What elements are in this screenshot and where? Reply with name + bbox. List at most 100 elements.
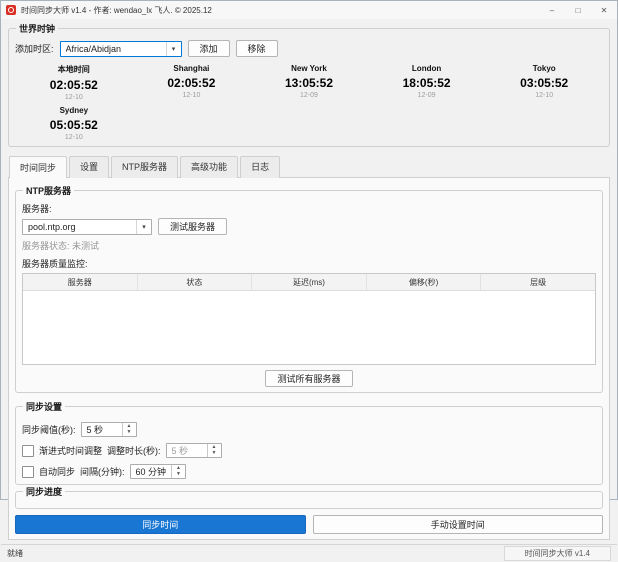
threshold-spinner-value: 5 秒 xyxy=(82,423,122,436)
clock-date-value: 12-10 xyxy=(15,134,133,141)
clock-time-value: 05:05:52 xyxy=(15,118,133,132)
server-quality-table: 服务器 状态 延迟(ms) 偏移(秒) 层级 xyxy=(22,273,596,365)
threshold-row: 同步阈值(秒): 5 秒 ▲▼ xyxy=(22,422,596,437)
ntp-server-select[interactable]: pool.ntp.org ▾ xyxy=(22,219,152,235)
server-status-text: 服务器状态: 未测试 xyxy=(22,239,596,252)
world-clock-group: 世界时钟 添加时区: Africa/Abidjan ▾ 添加 移除 本地时间 0… xyxy=(8,22,610,147)
server-select-row: pool.ntp.org ▾ 测试服务器 xyxy=(22,218,596,235)
spin-down-icon[interactable]: ▼ xyxy=(172,472,185,479)
app-window: { "window": { "title": "时间同步大师 v1.4 - 作者… xyxy=(0,0,618,500)
remove-timezone-button[interactable]: 移除 xyxy=(236,40,278,57)
clock-time-value: 02:05:52 xyxy=(15,78,133,92)
minimize-button[interactable]: – xyxy=(539,1,565,19)
server-table-header-cell[interactable]: 服务器 xyxy=(23,274,138,290)
clock-city-label: Shanghai xyxy=(133,64,251,73)
clock-city-label: London xyxy=(368,64,486,73)
sync-time-button[interactable]: 同步时间 xyxy=(15,515,306,534)
server-table-header-cell[interactable]: 偏移(秒) xyxy=(367,274,482,290)
sync-progress-group: 同步进度 xyxy=(15,485,603,509)
tab-label: 时间同步 xyxy=(20,163,56,173)
clock-city-label: New York xyxy=(250,64,368,73)
tab-label: 高级功能 xyxy=(191,162,227,172)
status-bar: 就绪 时间同步大师 v1.4 xyxy=(1,544,617,562)
clock-city-label: Sydney xyxy=(15,106,133,115)
server-table-header-row: 服务器 状态 延迟(ms) 偏移(秒) 层级 xyxy=(23,274,595,291)
gradual-adjust-label: 渐进式时间调整 xyxy=(39,444,102,457)
clock-item: Sydney 05:05:52 12-10 xyxy=(15,106,133,141)
gradual-duration-label: 调整时长(秒): xyxy=(107,444,161,457)
spinner-arrows[interactable]: ▲▼ xyxy=(207,444,221,457)
server-label: 服务器: xyxy=(22,202,596,215)
main-content: 世界时钟 添加时区: Africa/Abidjan ▾ 添加 移除 本地时间 0… xyxy=(1,19,617,540)
spin-down-icon[interactable]: ▼ xyxy=(123,430,136,437)
auto-sync-checkbox[interactable] xyxy=(22,466,34,478)
timezone-select-value: Africa/Abidjan xyxy=(66,44,166,54)
window-controls: – □ ✕ xyxy=(539,1,617,19)
server-table-header-cell[interactable]: 延迟(ms) xyxy=(252,274,367,290)
app-logo-icon xyxy=(6,5,16,15)
close-button[interactable]: ✕ xyxy=(591,1,617,19)
sync-settings-group: 同步设置 同步阈值(秒): 5 秒 ▲▼ 渐进式时间调整 调整时长(秒): 5 … xyxy=(15,400,603,485)
spin-down-icon[interactable]: ▼ xyxy=(208,451,221,458)
server-table-body[interactable] xyxy=(23,291,595,364)
auto-sync-row: 自动同步 间隔(分钟): 60 分钟 ▲▼ xyxy=(22,464,596,479)
clock-grid: 本地时间 02:05:52 12-10 Shanghai 02:05:52 12… xyxy=(15,64,603,141)
action-button-row: 同步时间 手动设置时间 xyxy=(15,515,603,534)
chevron-down-icon: ▾ xyxy=(136,220,151,234)
clock-time-value: 02:05:52 xyxy=(133,76,251,90)
maximize-button[interactable]: □ xyxy=(565,1,591,19)
add-timezone-row: 添加时区: Africa/Abidjan ▾ 添加 移除 xyxy=(15,40,603,57)
tab-label: 日志 xyxy=(251,162,269,172)
status-text: 就绪 xyxy=(7,548,23,559)
ntp-server-select-value: pool.ntp.org xyxy=(28,222,136,232)
clock-date-value: 12-10 xyxy=(133,92,251,99)
window-title: 时间同步大师 v1.4 - 作者: wendao_lx 飞人. © 2025.1… xyxy=(21,5,212,16)
spinner-arrows[interactable]: ▲▼ xyxy=(171,465,185,478)
auto-interval-label: 间隔(分钟): xyxy=(80,465,125,478)
tab-label: 设置 xyxy=(80,162,98,172)
server-table-header-cell[interactable]: 状态 xyxy=(138,274,253,290)
tab-panel-time-sync: NTP服务器 服务器: pool.ntp.org ▾ 测试服务器 服务器状态: … xyxy=(8,177,610,540)
gradual-duration-spinner[interactable]: 5 秒 ▲▼ xyxy=(166,443,222,458)
clock-item: Shanghai 02:05:52 12-10 xyxy=(133,64,251,101)
tab[interactable]: 日志 xyxy=(240,156,280,178)
clock-item: New York 13:05:52 12-09 xyxy=(250,64,368,101)
clock-city-label: Tokyo xyxy=(485,64,603,73)
add-timezone-label: 添加时区: xyxy=(15,42,54,55)
clock-date-value: 12-09 xyxy=(368,92,486,99)
auto-interval-spinner-value: 60 分钟 xyxy=(131,465,172,478)
clock-date-value: 12-09 xyxy=(250,92,368,99)
tab-bar: 时间同步 设置 NTP服务器 高级功能 日志 xyxy=(8,155,610,177)
status-version-text: 时间同步大师 v1.4 xyxy=(504,546,611,561)
server-monitor-label: 服务器质量监控: xyxy=(22,257,596,270)
ntp-server-group: NTP服务器 服务器: pool.ntp.org ▾ 测试服务器 服务器状态: … xyxy=(15,184,603,393)
clock-date-value: 12-10 xyxy=(15,94,133,101)
threshold-spinner[interactable]: 5 秒 ▲▼ xyxy=(81,422,137,437)
threshold-label: 同步阈值(秒): xyxy=(22,423,76,436)
clock-date-value: 12-10 xyxy=(485,92,603,99)
clock-item: 本地时间 02:05:52 12-10 xyxy=(15,64,133,101)
tab[interactable]: 高级功能 xyxy=(180,156,238,178)
spinner-arrows[interactable]: ▲▼ xyxy=(122,423,136,436)
clock-time-value: 03:05:52 xyxy=(485,76,603,90)
add-timezone-button[interactable]: 添加 xyxy=(188,40,230,57)
test-server-button[interactable]: 测试服务器 xyxy=(158,218,227,235)
chevron-down-icon: ▾ xyxy=(166,42,181,56)
auto-interval-spinner[interactable]: 60 分钟 ▲▼ xyxy=(130,464,187,479)
timezone-select[interactable]: Africa/Abidjan ▾ xyxy=(60,41,182,57)
clock-time-value: 18:05:52 xyxy=(368,76,486,90)
manual-set-time-button[interactable]: 手动设置时间 xyxy=(313,515,604,534)
sync-progress-group-title: 同步进度 xyxy=(23,485,65,498)
gradual-adjust-row: 渐进式时间调整 调整时长(秒): 5 秒 ▲▼ xyxy=(22,443,596,458)
tab[interactable]: 时间同步 xyxy=(9,156,67,178)
auto-sync-label: 自动同步 xyxy=(39,465,75,478)
server-table-header-cell[interactable]: 层级 xyxy=(481,274,595,290)
tab[interactable]: 设置 xyxy=(69,156,109,178)
tab-label: NTP服务器 xyxy=(122,162,167,172)
test-all-row: 测试所有服务器 xyxy=(22,370,596,387)
tab[interactable]: NTP服务器 xyxy=(111,156,178,178)
test-all-servers-button[interactable]: 测试所有服务器 xyxy=(265,370,352,387)
ntp-server-group-title: NTP服务器 xyxy=(23,184,74,197)
gradual-duration-spinner-value: 5 秒 xyxy=(167,444,207,457)
gradual-adjust-checkbox[interactable] xyxy=(22,445,34,457)
